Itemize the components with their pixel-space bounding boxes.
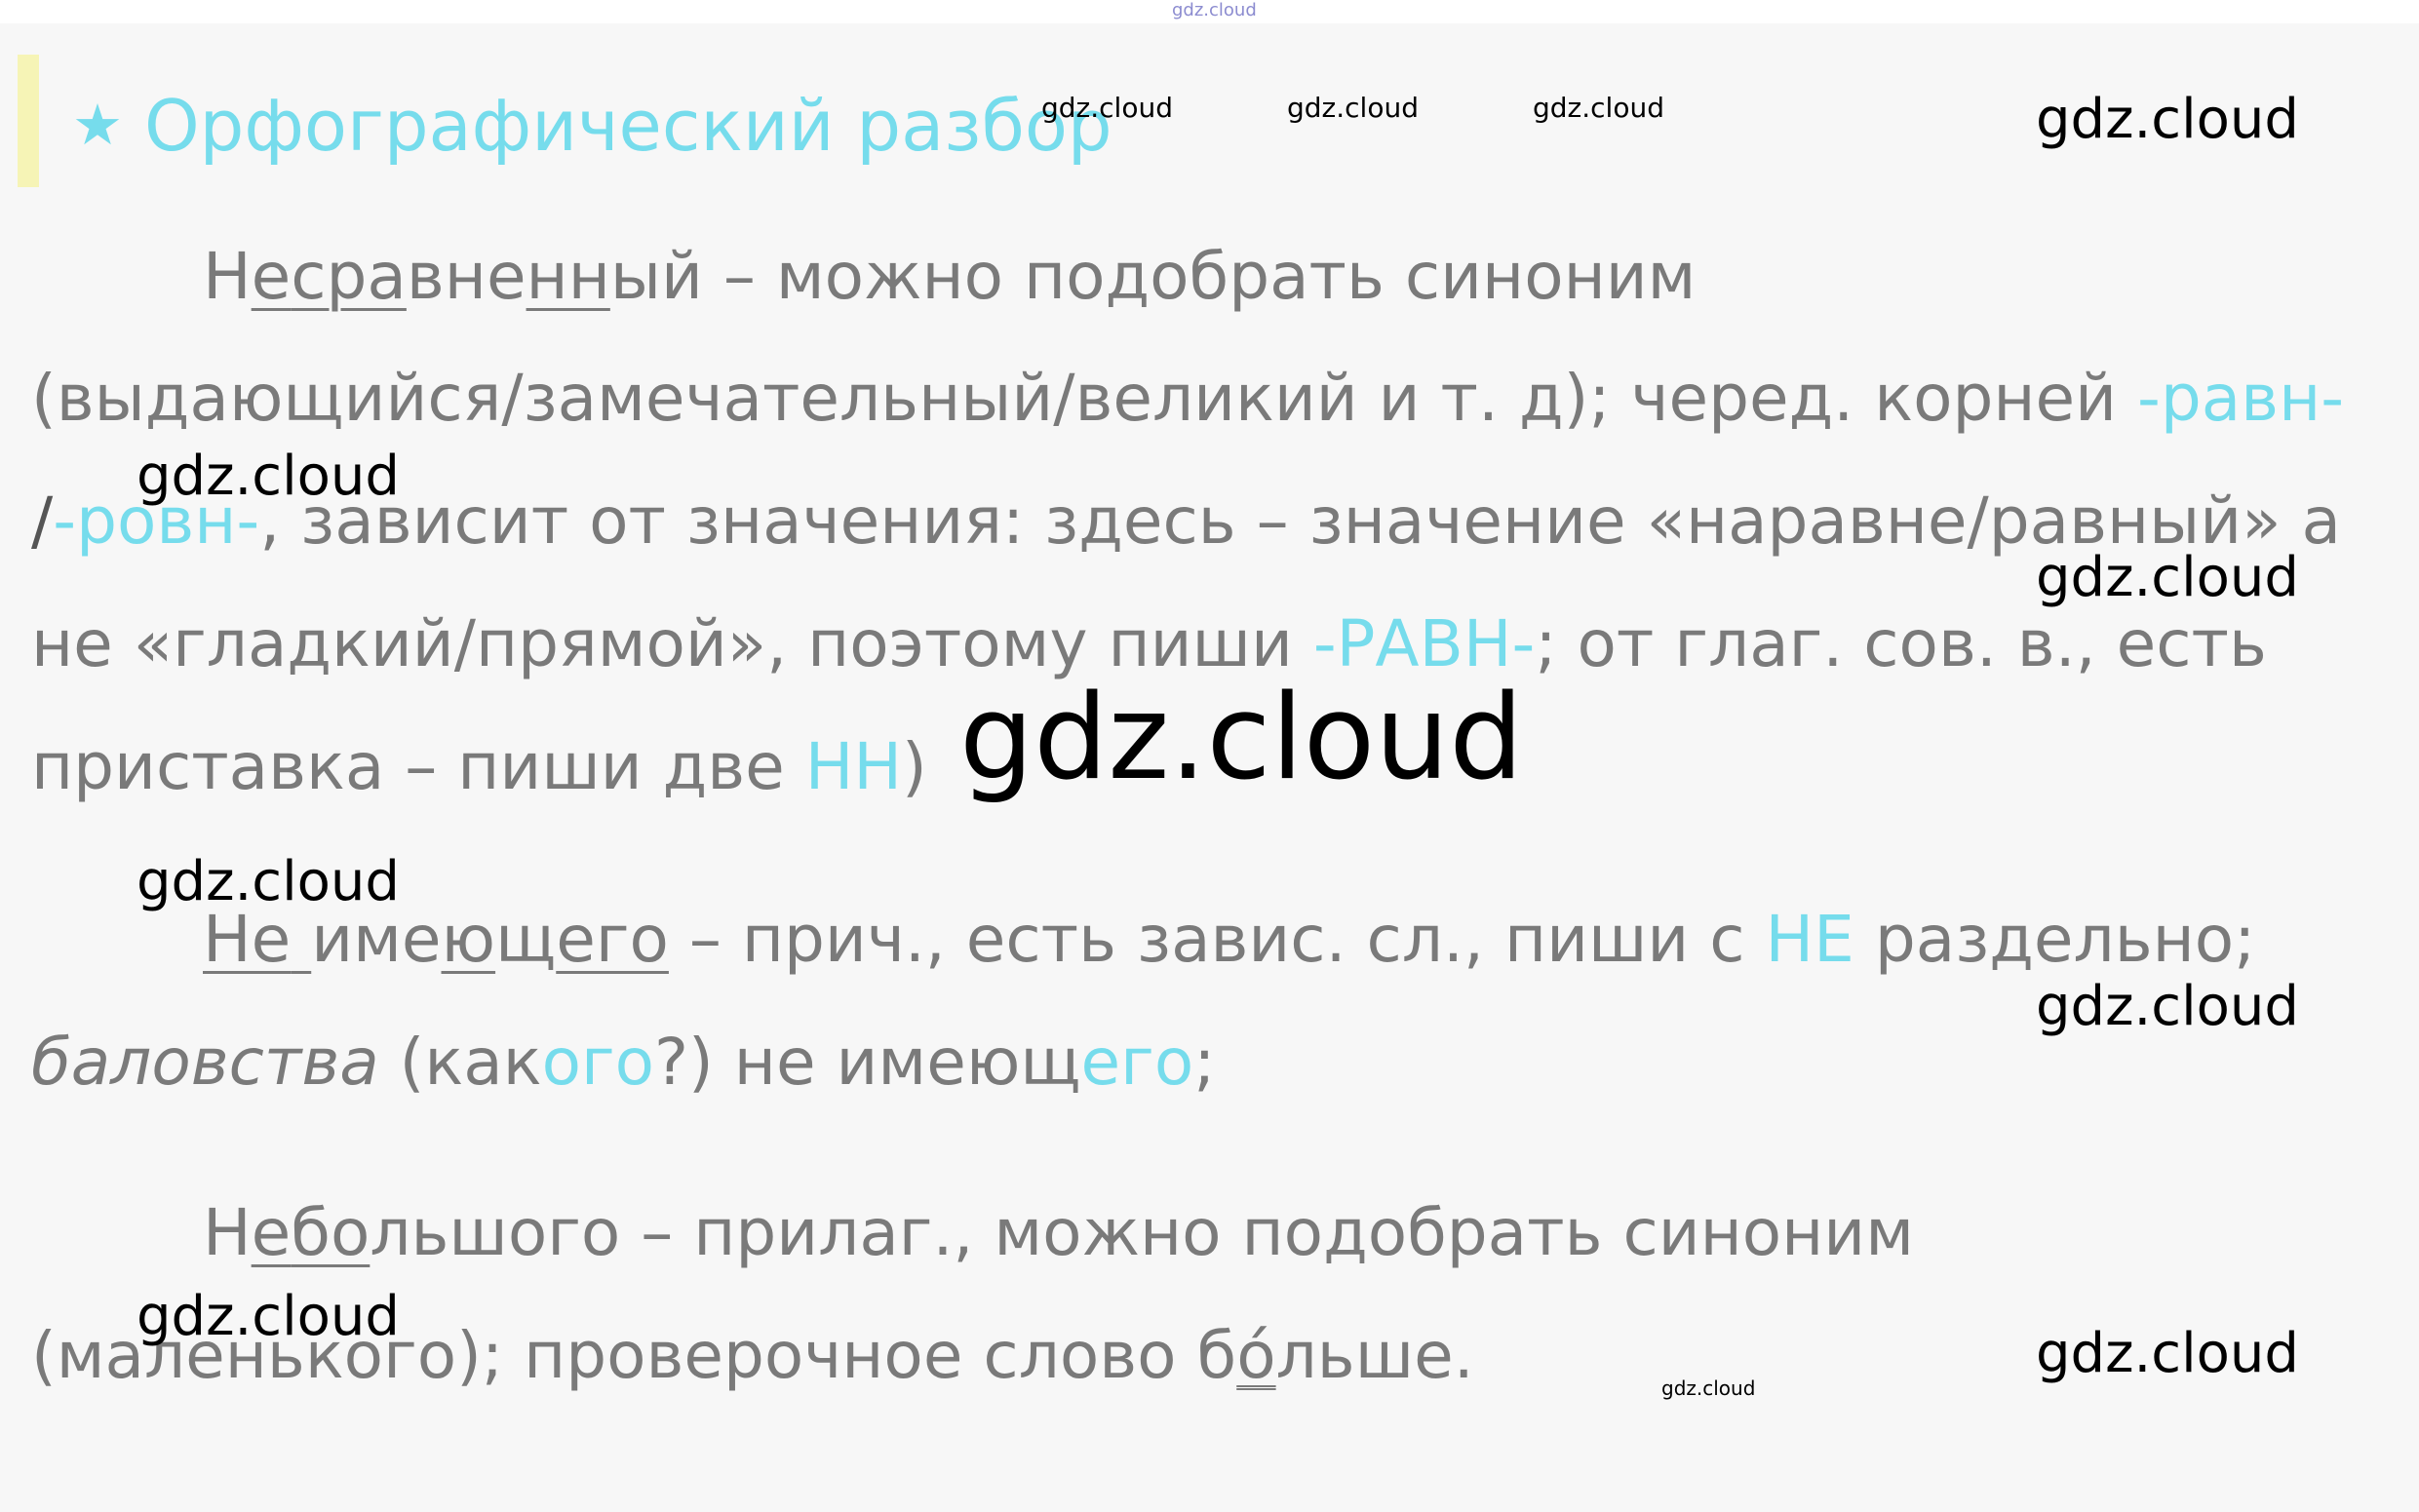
watermark: gdz.cloud (2036, 975, 2299, 1038)
watermark: gdz.cloud (137, 1285, 400, 1348)
ne-highlight: НЕ (1765, 902, 1854, 977)
watermark: gdz.cloud (2036, 1322, 2299, 1385)
para1-line1: Несравненный – можно подобрать синоним (203, 239, 1697, 314)
root-ravn: -равн- (2137, 361, 2345, 436)
watermark: gdz.cloud (2036, 546, 2299, 609)
watermark: gdz.cloud (1287, 92, 1419, 124)
watermark: gdz.cloud (2036, 88, 2299, 151)
watermark: gdz.cloud (137, 445, 400, 508)
watermark: gdz.cloud (137, 850, 400, 913)
section-title-text: Орфографический разбор (144, 85, 1112, 167)
title-accent-bar (18, 55, 39, 187)
section-title: ★ Орфографический разбор (72, 76, 1112, 174)
nn-highlight: НН (804, 729, 902, 804)
star-icon: ★ (72, 92, 123, 158)
watermark: gdz.cloud (1041, 92, 1173, 124)
para3-line1: Небольшого – прилаг., можно подобрать си… (203, 1195, 1914, 1270)
watermark: gdz.cloud (1661, 1376, 1756, 1400)
watermark-top: gdz.cloud (1172, 0, 1257, 20)
watermark: gdz.cloud (1533, 92, 1664, 124)
para1-line2: (выдающийся/замечательный/великий и т. д… (31, 361, 2345, 436)
watermark-large: gdz.cloud (959, 671, 1524, 806)
